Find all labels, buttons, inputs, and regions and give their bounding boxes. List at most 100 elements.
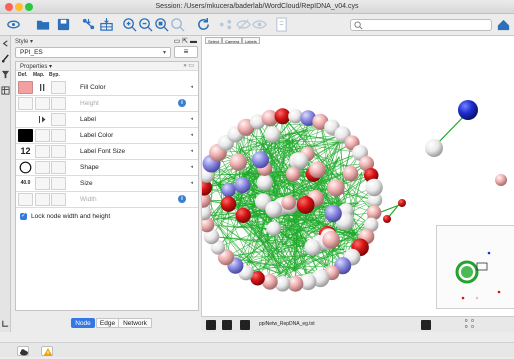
network-node[interactable] (265, 201, 282, 218)
lock-size-checkbox[interactable]: ✓ (20, 213, 27, 220)
label-color-mapping[interactable] (35, 129, 50, 142)
network-node[interactable] (304, 239, 321, 256)
network-node[interactable] (266, 221, 280, 235)
width-bypass[interactable] (51, 193, 66, 206)
expand-view-icon[interactable] (240, 320, 250, 330)
network-node[interactable] (365, 179, 383, 197)
label-default[interactable] (18, 113, 33, 126)
network-node[interactable] (343, 166, 359, 182)
info-icon[interactable]: i (178, 195, 186, 203)
expand-icon[interactable]: ◂ (190, 180, 193, 186)
style-brush-icon[interactable] (1, 54, 10, 63)
search-input[interactable] (350, 19, 492, 31)
tab-network[interactable]: Network (118, 318, 152, 328)
export-icon[interactable] (274, 17, 289, 32)
zoom-in-icon[interactable] (122, 17, 137, 32)
expand-icon[interactable]: ◂ (190, 84, 193, 90)
expand-icon[interactable]: ◂ (190, 132, 193, 138)
network-node[interactable] (309, 161, 326, 178)
network-node[interactable] (236, 208, 251, 223)
prop-row-fill-color[interactable]: Fill Color ◂ (16, 80, 198, 96)
network-node[interactable] (221, 196, 237, 212)
network-node[interactable] (398, 199, 406, 207)
dock-icon[interactable] (1, 319, 10, 328)
height-bypass[interactable] (51, 97, 66, 110)
network-node[interactable] (292, 153, 308, 169)
ellipse-shape-icon[interactable] (18, 161, 33, 174)
height-default[interactable] (18, 97, 33, 110)
camera-mode-button[interactable]: Camera (222, 37, 242, 44)
prop-row-width[interactable]: Width i (16, 192, 198, 208)
grid-view-icon[interactable] (206, 320, 216, 330)
network-node[interactable] (425, 139, 443, 157)
width-default[interactable] (18, 193, 33, 206)
network-node[interactable] (281, 195, 296, 210)
shape-mapping[interactable] (35, 161, 50, 174)
hide-icon[interactable] (218, 17, 233, 32)
network-thumbnail-icon[interactable] (222, 320, 232, 330)
label-font-size-default[interactable]: 12 (18, 145, 33, 158)
prop-row-size[interactable]: 40.0 Size ◂ (16, 176, 198, 192)
network-canvas[interactable]: Select Camera Labels (201, 36, 514, 316)
continuous-mapping-icon[interactable] (35, 81, 50, 94)
refresh-icon[interactable] (196, 17, 211, 32)
label-bypass[interactable] (51, 113, 66, 126)
collapse-icon[interactable] (1, 39, 10, 48)
network-node[interactable] (322, 231, 340, 249)
cloud-icon[interactable] (17, 346, 29, 356)
tab-edge[interactable]: Edge (96, 318, 118, 328)
prop-row-label[interactable]: Label ◂ (16, 112, 198, 128)
save-icon[interactable] (56, 17, 71, 32)
zoom-fit-icon[interactable] (154, 17, 169, 32)
network-node[interactable] (325, 205, 342, 222)
navigator-overview[interactable] (436, 225, 514, 309)
open-folder-icon[interactable] (36, 17, 51, 32)
network-node[interactable] (327, 179, 344, 196)
expand-icon[interactable]: ◂ (190, 116, 193, 122)
label-color-bypass[interactable] (51, 129, 66, 142)
network-icon[interactable] (6, 17, 21, 32)
shape-bypass[interactable] (51, 161, 66, 174)
labels-toggle-button[interactable]: Labels (242, 37, 260, 44)
network-node[interactable] (234, 177, 250, 193)
select-mode-button[interactable]: Select (205, 37, 222, 44)
panel-window-controls[interactable]: ▭ ⇱ ▬ (174, 37, 197, 45)
label-font-size-bypass[interactable] (51, 145, 66, 158)
home-icon[interactable] (496, 17, 511, 32)
network-node[interactable] (458, 100, 478, 120)
filter-icon[interactable] (1, 70, 10, 79)
table-icon[interactable] (1, 86, 10, 95)
info-icon[interactable]: i (178, 99, 186, 107)
network-node[interactable] (264, 126, 280, 142)
eye-icon[interactable] (252, 17, 267, 32)
size-bypass[interactable] (51, 177, 66, 190)
network-node[interactable] (286, 167, 301, 182)
prop-row-shape[interactable]: Shape ◂ (16, 160, 198, 176)
prop-row-label-font-size[interactable]: 12 Label Font Size ◂ (16, 144, 198, 160)
network-node[interactable] (495, 174, 507, 186)
network-node[interactable] (367, 205, 382, 220)
fill-color-bypass[interactable] (51, 81, 66, 94)
tab-node[interactable]: Node (71, 318, 95, 328)
fill-color-swatch[interactable] (18, 81, 33, 94)
collapse-properties-icon[interactable]: » ▭ (183, 62, 194, 69)
zoom-selected-icon[interactable] (170, 17, 185, 32)
import-table-icon[interactable] (99, 17, 114, 32)
prop-row-label-color[interactable]: Label Color ◂ (16, 128, 198, 144)
show-icon[interactable] (236, 17, 251, 32)
size-default[interactable]: 40.0 (18, 177, 33, 190)
network-node[interactable] (257, 174, 273, 190)
style-dropdown[interactable]: PPI_ES ▾ (15, 47, 171, 58)
height-mapping[interactable] (35, 97, 50, 110)
network-node[interactable] (383, 215, 391, 223)
export-network-icon[interactable] (421, 320, 431, 330)
width-mapping[interactable] (35, 193, 50, 206)
warning-icon[interactable] (41, 346, 53, 356)
label-color-swatch[interactable] (18, 129, 33, 142)
size-mapping[interactable] (35, 177, 50, 190)
properties-title[interactable]: Properties ▾ (20, 63, 52, 70)
expand-icon[interactable]: ◂ (190, 148, 193, 154)
network-node[interactable] (229, 153, 246, 170)
import-network-icon[interactable] (81, 17, 96, 32)
network-node[interactable] (275, 108, 291, 124)
